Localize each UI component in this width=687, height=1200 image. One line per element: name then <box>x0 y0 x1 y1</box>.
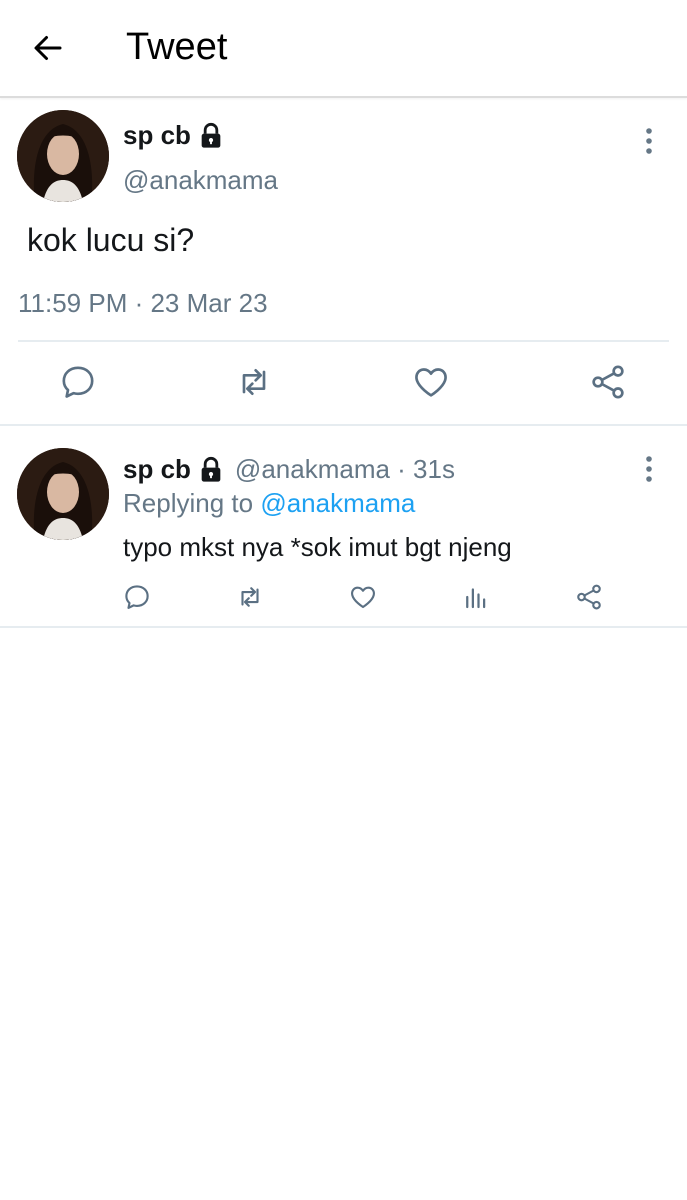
back-button[interactable] <box>30 30 66 66</box>
main-tweet: sp cb @anakmama kok lucu si? 11:59 PM · … <box>0 98 687 426</box>
divider <box>18 340 669 342</box>
like-button[interactable] <box>348 582 378 612</box>
display-name[interactable]: sp cb <box>123 120 191 151</box>
back-arrow-icon <box>34 36 62 60</box>
share-icon <box>577 584 601 610</box>
like-icon <box>415 368 447 397</box>
analytics-icon <box>466 588 486 609</box>
share-icon <box>592 365 624 399</box>
more-options-button[interactable] <box>641 126 657 156</box>
handle-and-time: @anakmama · 31s <box>234 454 455 484</box>
tweet-text: typo mkst nya *sok imut bgt njeng <box>123 532 512 562</box>
reply-tweet[interactable]: sp cb @anakmama · 31s Replying to @anakm… <box>0 426 687 628</box>
lock-icon <box>201 122 221 148</box>
avatar[interactable] <box>17 110 109 202</box>
share-button[interactable] <box>574 582 604 612</box>
author-name-row: sp cb @anakmama · 31s <box>123 454 455 485</box>
more-options-button[interactable] <box>641 454 657 484</box>
retweet-button[interactable] <box>235 582 265 612</box>
reply-button[interactable] <box>122 582 152 612</box>
display-name[interactable]: sp cb <box>123 454 191 485</box>
avatar[interactable] <box>17 448 109 540</box>
timestamp[interactable]: 11:59 PM · 23 Mar 23 <box>18 288 268 319</box>
retweet-button[interactable] <box>234 362 274 402</box>
more-vertical-icon <box>646 456 652 482</box>
replying-to: Replying to @anakmama <box>123 488 415 519</box>
handle[interactable]: @anakmama <box>123 165 278 196</box>
page-title: Tweet <box>126 26 228 68</box>
lock-icon <box>201 456 221 482</box>
more-vertical-icon <box>646 128 652 154</box>
like-button[interactable] <box>411 362 451 402</box>
replying-to-mention[interactable]: @anakmama <box>260 488 415 518</box>
analytics-button[interactable] <box>461 582 491 612</box>
share-button[interactable] <box>588 362 628 402</box>
reply-button[interactable] <box>58 362 98 402</box>
reply-icon <box>125 585 149 609</box>
tweet-text: kok lucu si? <box>27 222 195 258</box>
top-bar: Tweet <box>0 0 687 98</box>
author-name-row: sp cb <box>123 120 225 151</box>
retweet-icon <box>242 369 266 395</box>
profile-photo <box>17 448 109 540</box>
retweet-icon <box>241 587 259 607</box>
replying-to-label: Replying to <box>123 488 261 518</box>
profile-photo <box>17 110 109 202</box>
like-icon <box>351 586 375 609</box>
reply-icon <box>62 366 94 398</box>
